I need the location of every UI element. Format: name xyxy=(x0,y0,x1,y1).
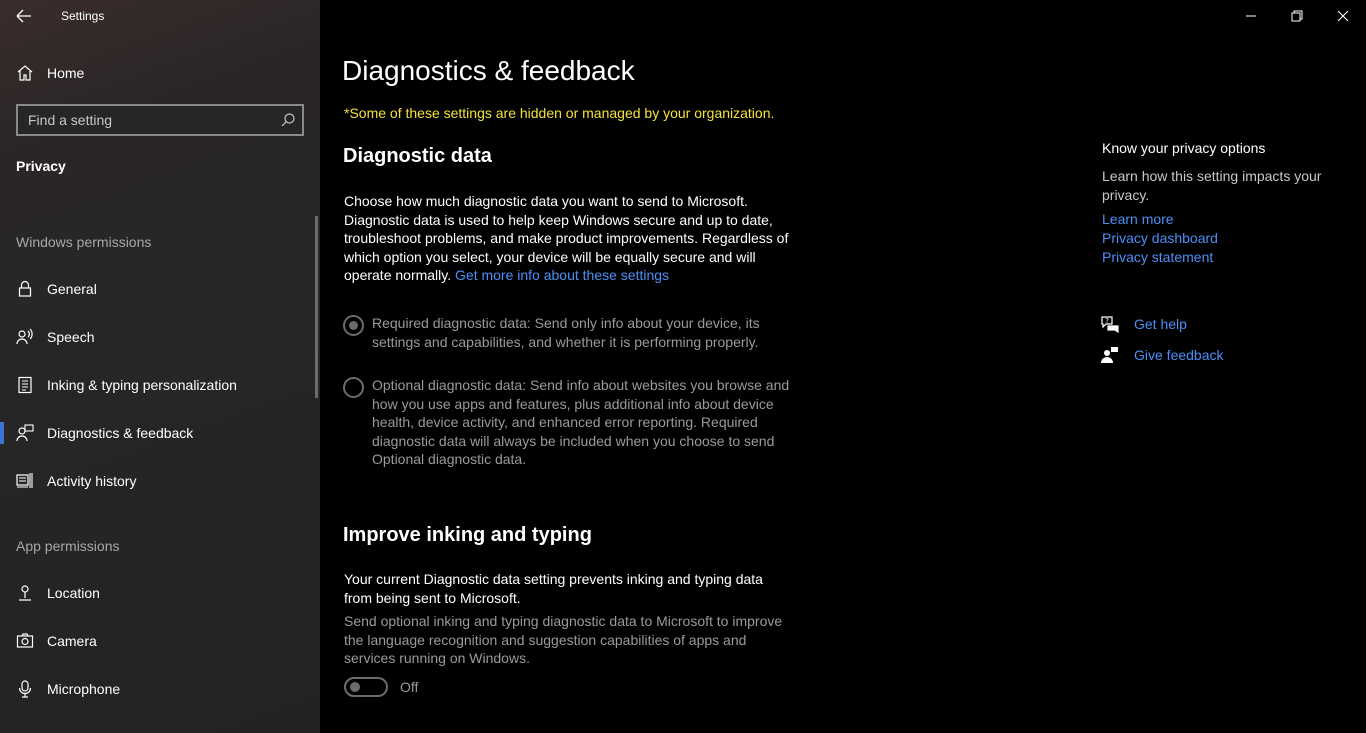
toggle-state-label: Off xyxy=(400,679,419,695)
inking-heading: Improve inking and typing xyxy=(343,524,592,546)
more-info-link[interactable]: Get more info about these settings xyxy=(455,267,669,283)
optional-option-label: Optional diagnostic data: Send info abou… xyxy=(372,377,790,467)
sidebar-item-label: Microphone xyxy=(47,681,121,697)
inking-description: Send optional inking and typing diagnost… xyxy=(344,613,783,666)
diagnostic-description: Choose how much diagnostic data you want… xyxy=(344,192,794,285)
optional-radio[interactable] xyxy=(343,377,364,398)
close-button[interactable] xyxy=(1320,0,1366,32)
svg-text:?: ? xyxy=(1105,317,1109,325)
sidebar-scrollbar[interactable] xyxy=(315,216,318,398)
restore-button[interactable] xyxy=(1274,0,1320,32)
camera-icon xyxy=(15,631,35,651)
privacy-dashboard-link[interactable]: Privacy dashboard xyxy=(1102,230,1218,246)
sidebar-item-label: Home xyxy=(47,65,85,81)
section-title: Privacy xyxy=(16,158,66,174)
group-label-windows-permissions: Windows permissions xyxy=(16,234,152,250)
back-button[interactable] xyxy=(12,6,36,26)
sidebar-item-label: Camera xyxy=(47,633,97,649)
search-box[interactable] xyxy=(16,104,304,136)
privacy-statement-link[interactable]: Privacy statement xyxy=(1102,249,1213,265)
sidebar-item-label: Activity history xyxy=(47,473,137,489)
page-title: Diagnostics & feedback xyxy=(342,55,635,86)
sidebar: Settings Home Privacy Windows permission… xyxy=(0,0,320,733)
minimize-icon xyxy=(1246,15,1256,17)
privacy-options-title: Know your privacy options xyxy=(1102,140,1266,156)
sidebar-item-label: Inking & typing personalization xyxy=(47,377,237,393)
activity-icon xyxy=(15,471,35,491)
diagnostic-data-heading: Diagnostic data xyxy=(343,145,492,167)
sidebar-item-label: Diagnostics & feedback xyxy=(47,425,194,441)
get-help-link[interactable]: Get help xyxy=(1134,316,1187,332)
lock-icon xyxy=(15,279,35,299)
location-icon xyxy=(15,583,35,603)
sidebar-item-microphone[interactable]: Microphone xyxy=(0,667,320,711)
org-notice: *Some of these settings are hidden or ma… xyxy=(344,105,775,121)
required-radio[interactable] xyxy=(343,315,364,336)
learn-more-link[interactable]: Learn more xyxy=(1102,211,1174,227)
required-option-label: Required diagnostic data: Send only info… xyxy=(372,315,760,350)
title-bar: Settings xyxy=(0,0,320,32)
sidebar-item-camera[interactable]: Camera xyxy=(0,619,320,663)
sidebar-item-label: Location xyxy=(47,585,100,601)
close-icon xyxy=(1337,10,1349,22)
help-chat-icon: ? xyxy=(1100,314,1120,334)
sidebar-item-home[interactable]: Home xyxy=(0,51,320,95)
speech-icon xyxy=(15,327,35,347)
give-feedback-row[interactable]: Give feedback xyxy=(1100,345,1300,367)
get-help-row[interactable]: ? Get help xyxy=(1100,314,1300,336)
minimize-button[interactable] xyxy=(1228,0,1274,32)
sidebar-item-activity-history[interactable]: Activity history xyxy=(0,459,320,503)
search-icon[interactable] xyxy=(280,112,296,128)
sidebar-item-label: General xyxy=(47,281,97,297)
sidebar-item-diagnostics[interactable]: Diagnostics & feedback xyxy=(0,411,320,455)
app-title: Settings xyxy=(61,9,105,23)
inking-icon xyxy=(15,375,35,395)
sidebar-item-general[interactable]: General xyxy=(0,267,320,311)
back-arrow-icon xyxy=(16,9,31,23)
diagnostics-icon xyxy=(15,423,35,443)
microphone-icon xyxy=(15,679,35,699)
inking-toggle[interactable] xyxy=(344,677,388,697)
feedback-icon xyxy=(1100,345,1120,365)
search-input[interactable] xyxy=(18,106,302,134)
restore-icon xyxy=(1291,10,1303,22)
give-feedback-link[interactable]: Give feedback xyxy=(1134,347,1224,363)
toggle-knob xyxy=(350,682,360,692)
group-label-app-permissions: App permissions xyxy=(16,538,120,554)
privacy-options-description: Learn how this setting impacts your priv… xyxy=(1102,168,1322,203)
home-icon xyxy=(15,63,35,83)
sidebar-item-speech[interactable]: Speech xyxy=(0,315,320,359)
sidebar-item-label: Speech xyxy=(47,329,95,345)
sidebar-item-location[interactable]: Location xyxy=(0,571,320,615)
inking-warning: Your current Diagnostic data setting pre… xyxy=(344,571,763,606)
sidebar-item-inking[interactable]: Inking & typing personalization xyxy=(0,363,320,407)
